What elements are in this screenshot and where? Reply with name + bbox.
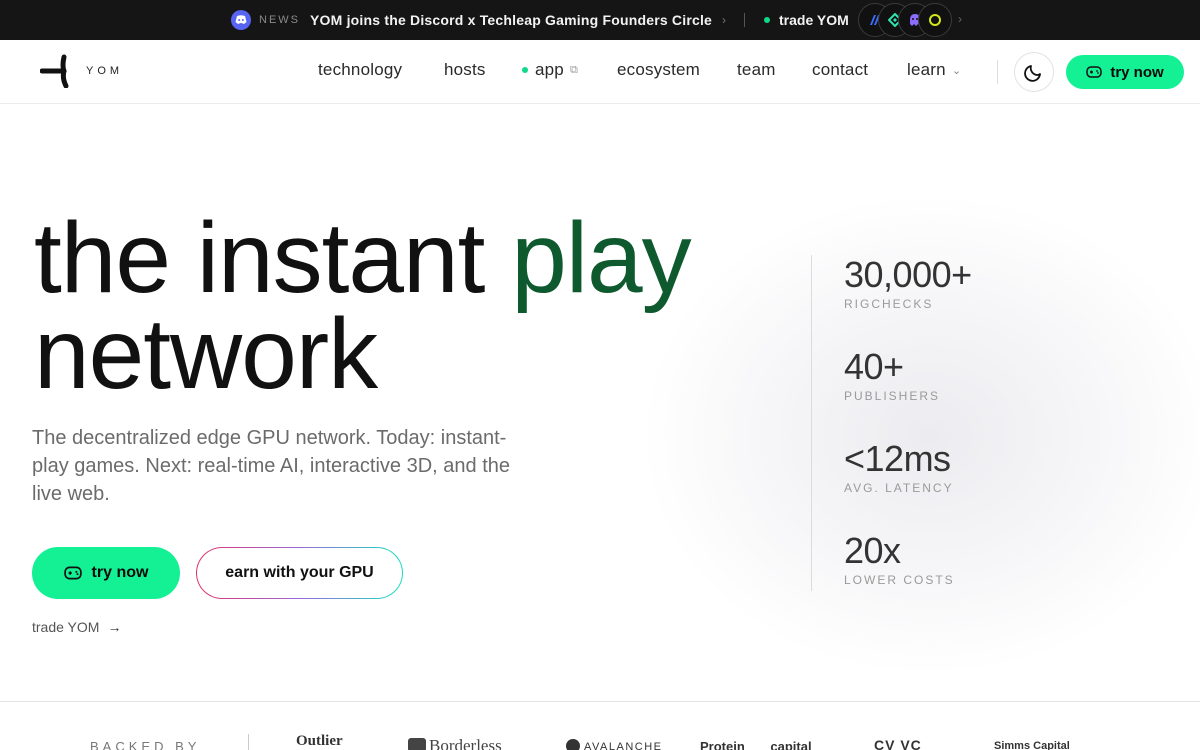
site-header: YOM technology hosts app ⧉ ecosystem tea… (0, 40, 1200, 104)
gamepad-icon (63, 566, 82, 580)
nav-contact[interactable]: contact (812, 60, 868, 80)
earn-label: earn with your GPU (225, 564, 374, 581)
exchange-yellow-icon[interactable] (918, 3, 952, 37)
hero-try-now-button[interactable]: try now (32, 547, 180, 599)
stats-divider (811, 255, 812, 591)
status-dot (522, 67, 528, 73)
stat-latency: <12ms AVG. LATENCY (844, 438, 954, 496)
gamepad-icon (1086, 66, 1103, 78)
stat-rigchecks: 30,000+ RIGCHECKS (844, 254, 972, 312)
logo-text: YOM (86, 65, 124, 77)
stat-value: 40+ (844, 346, 904, 387)
backer-protein-capital[interactable]: Protein capital (700, 739, 812, 750)
chevron-down-icon: ⌄ (951, 64, 962, 77)
announcement-bar: NEWS YOM joins the Discord x Techleap Ga… (0, 0, 1200, 40)
hero-subtitle: The decentralized edge GPU network. Toda… (32, 427, 510, 505)
status-dot (764, 17, 770, 23)
stat-label: PUBLISHERS (844, 389, 941, 403)
trade-yom-link[interactable]: trade YOM (764, 10, 849, 30)
yom-logo-icon (40, 54, 69, 88)
backed-by-label: BACKED BY (90, 739, 201, 750)
avalanche-icon (566, 739, 580, 750)
stat-publishers: 40+ PUBLISHERS (844, 346, 941, 404)
stat-label: LOWER COSTS (844, 573, 955, 587)
stat-label: RIGCHECKS (844, 297, 934, 311)
arrow-right-icon: → (107, 619, 122, 635)
hero-title-line2: network (34, 298, 378, 410)
external-link-icon: ⧉ (569, 63, 579, 76)
trade-label: trade YOM (779, 12, 849, 28)
news-link[interactable]: NEWS YOM joins the Discord x Techleap Ga… (231, 10, 726, 30)
nav-learn-label: learn (907, 60, 946, 79)
backer-outlier-ventures[interactable]: Outlier Ventures (296, 734, 376, 750)
try-now-label: try now (1110, 63, 1164, 81)
trade-label: trade YOM (32, 619, 100, 635)
try-now-label: try now (91, 564, 149, 581)
stat-value: 30,000+ (844, 254, 972, 295)
backer-borderless[interactable]: Borderless (408, 736, 502, 750)
news-text: YOM joins the Discord x Techleap Gaming … (310, 12, 713, 28)
nav-learn[interactable]: learn ⌄ (907, 60, 961, 80)
backed-by-section: BACKED BY Outlier Ventures Borderless AV… (0, 701, 1200, 750)
earn-with-gpu-button[interactable]: earn with your GPU (196, 547, 403, 599)
nav-app[interactable]: app ⧉ (522, 60, 578, 80)
divider (997, 60, 998, 84)
header-try-now-button[interactable]: try now (1066, 55, 1184, 89)
backer-cv-vc[interactable]: CV VC (874, 737, 922, 750)
discord-icon (231, 10, 251, 30)
logo[interactable]: YOM (40, 54, 123, 88)
borderless-icon (408, 738, 426, 750)
backer-avalanche-label: AVALANCHE (584, 741, 663, 750)
hero-title-line1: the instant play (34, 208, 692, 308)
backer-simms-capital[interactable]: Simms Capital (994, 740, 1070, 750)
nav-team[interactable]: team (737, 60, 776, 80)
chevron-right-icon: › (722, 13, 727, 27)
hero-trade-yom-link[interactable]: trade YOM → (32, 619, 121, 635)
stat-costs: 20x LOWER COSTS (844, 530, 955, 588)
nav-app-label: app (535, 60, 564, 79)
nav-ecosystem[interactable]: ecosystem (617, 60, 700, 80)
hero-title-highlight: play (511, 202, 691, 314)
stat-value: <12ms (844, 438, 951, 479)
nav-hosts[interactable]: hosts (444, 60, 486, 80)
backer-borderless-label: Borderless (429, 736, 502, 750)
backer-avalanche[interactable]: AVALANCHE (566, 739, 663, 750)
chevron-right-icon[interactable]: › (958, 12, 962, 26)
stat-value: 20x (844, 530, 901, 571)
moon-icon (1024, 65, 1041, 82)
divider (744, 13, 745, 27)
nav-technology[interactable]: technology (318, 60, 402, 80)
stat-label: AVG. LATENCY (844, 481, 954, 495)
news-label: NEWS (259, 14, 300, 26)
theme-toggle-button[interactable] (1014, 52, 1054, 92)
divider (248, 734, 249, 750)
